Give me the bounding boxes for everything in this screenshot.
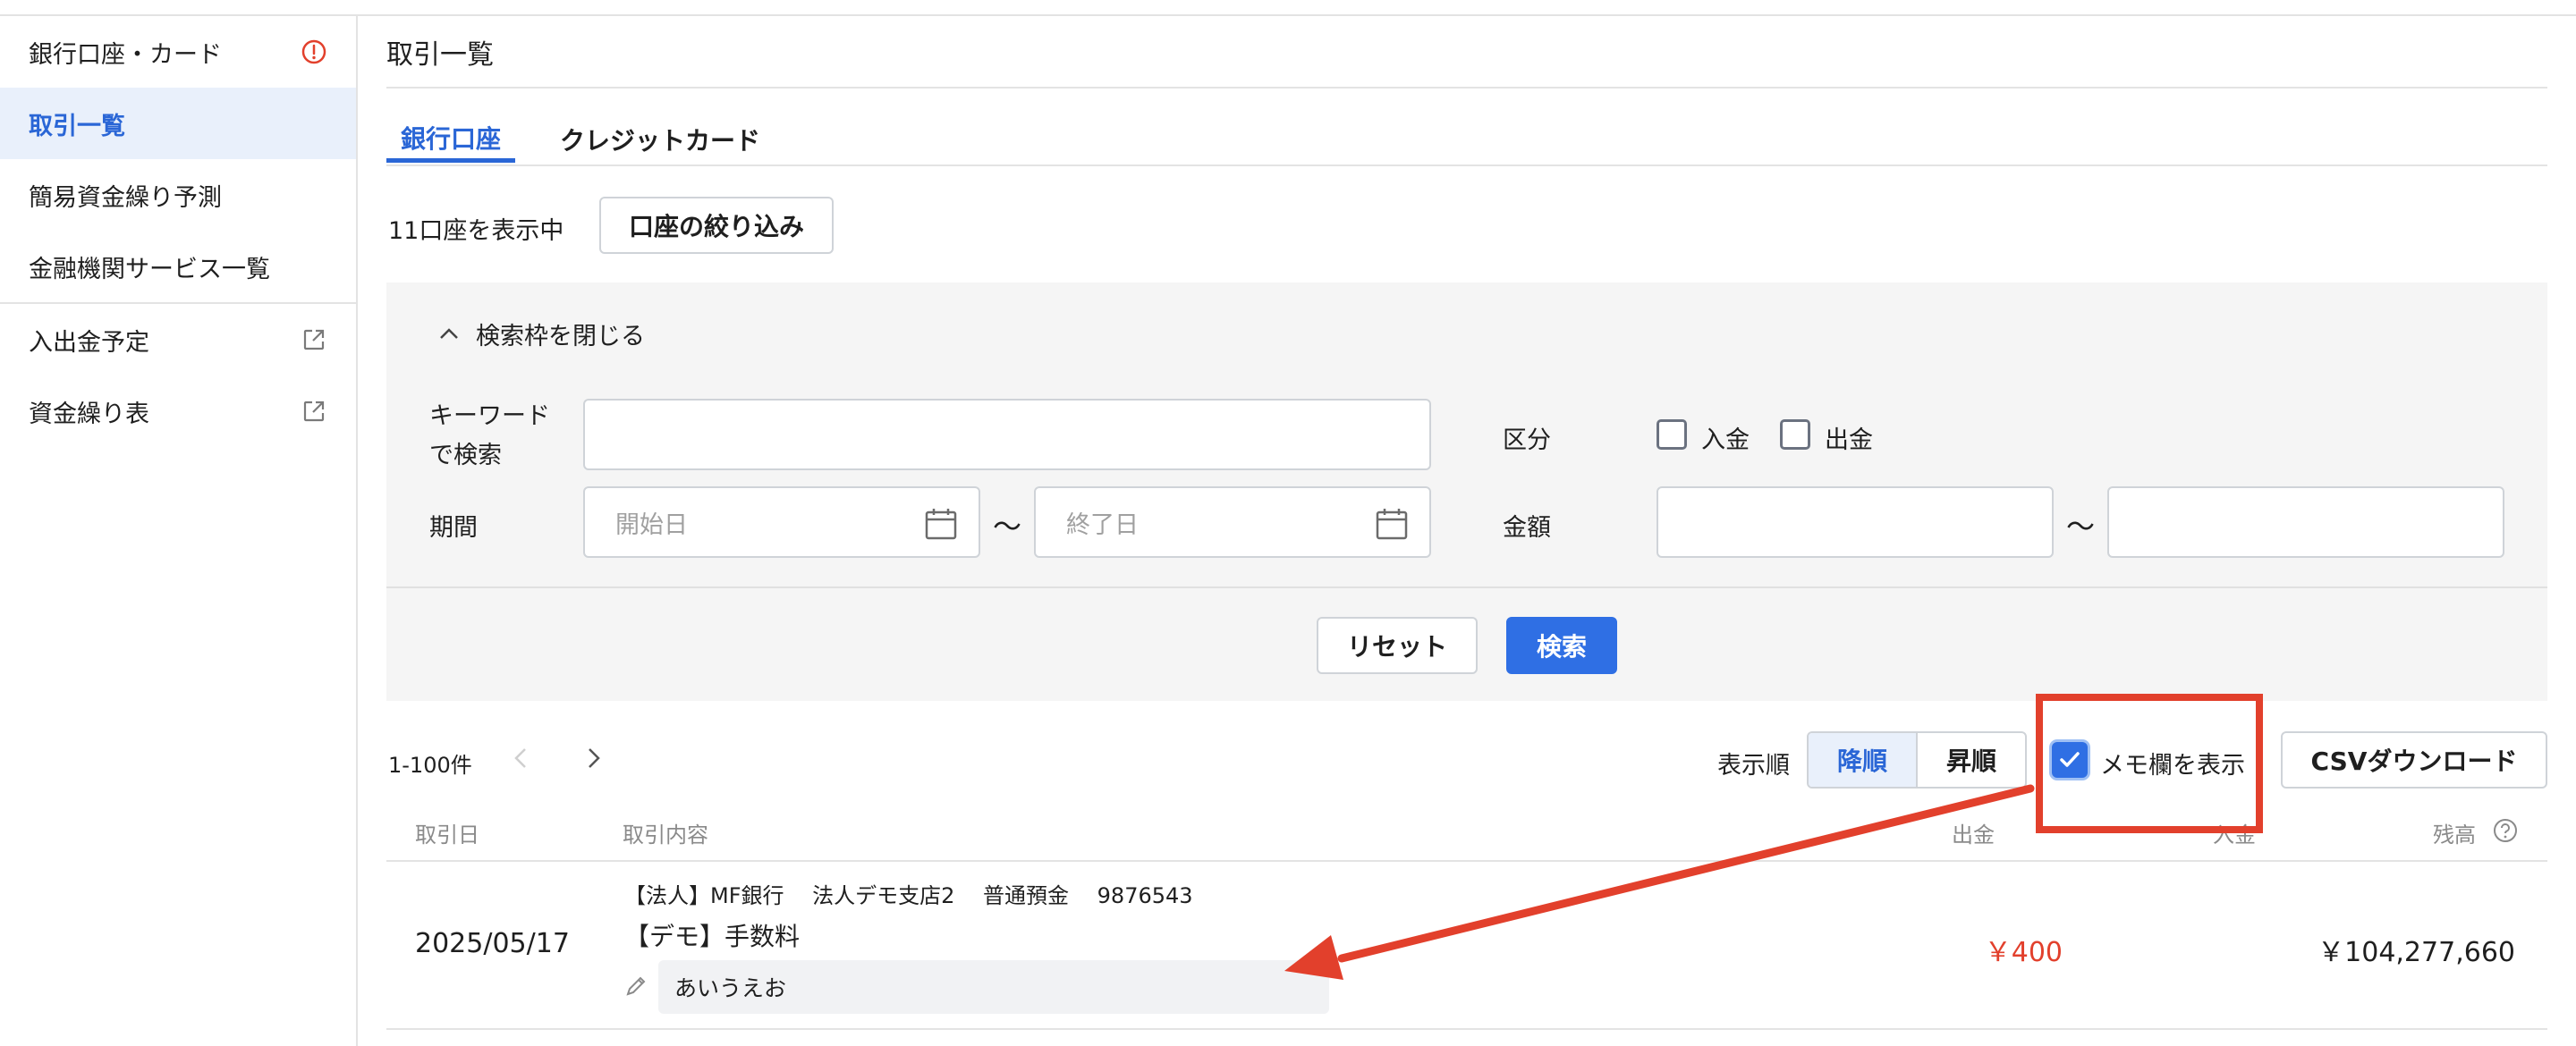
next-page-icon[interactable] [580, 744, 606, 772]
row-account: 【法人】MF銀行 法人デモ支店2 普通預金 9876543 [624, 883, 1193, 908]
external-link-icon [303, 329, 325, 350]
search-toggle[interactable]: 検索枠を閉じる [436, 316, 645, 351]
header-balance: 残高 [2433, 822, 2476, 848]
sidebar-item-cashflow-forecast[interactable]: 簡易資金繰り予測 [0, 159, 356, 231]
annotation-highlight-box [2036, 694, 2263, 833]
deposit-label: 入金 [1701, 426, 1750, 454]
period-label: 期間 [429, 514, 478, 542]
calendar-icon [1376, 509, 1408, 540]
account-filter-button[interactable]: 口座の絞り込み [599, 197, 834, 254]
page-title: 取引一覧 [386, 39, 494, 71]
chevron-up-icon [440, 327, 458, 339]
external-link-icon [303, 401, 325, 422]
sort-desc-button[interactable]: 降順 [1809, 733, 1918, 787]
sidebar: 銀行口座・カード 取引一覧 簡易資金繰り予測 金融機関サービス一覧 入出金予定 … [0, 16, 358, 1046]
sort-toggle: 降順 昇順 [1807, 731, 2027, 789]
header-content: 取引内容 [623, 822, 708, 848]
sidebar-item-cashflow-table[interactable]: 資金繰り表 [0, 375, 356, 447]
tabs-divider [386, 164, 2547, 166]
sidebar-item-label: 資金繰り表 [29, 400, 149, 428]
sidebar-item-label: 金融機関サービス一覧 [29, 255, 270, 283]
row-balance: ￥104,277,660 [2318, 937, 2515, 968]
sidebar-item-label: 簡易資金繰り予測 [29, 183, 222, 212]
pencil-icon[interactable] [623, 973, 649, 1000]
csv-download-button[interactable]: CSVダウンロード [2281, 731, 2547, 789]
amount-min-input[interactable] [1657, 486, 2054, 558]
search-panel-divider [386, 586, 2547, 588]
amount-label: 金額 [1503, 514, 1551, 542]
end-date-field[interactable]: 終了日 [1034, 486, 1431, 558]
start-date-placeholder: 開始日 [615, 510, 688, 539]
sidebar-item-institution-services[interactable]: 金融機関サービス一覧 [0, 231, 356, 302]
row-withdrawal: ￥400 [1984, 937, 2063, 968]
header-withdrawal: 出金 [1952, 822, 1995, 848]
calendar-icon [925, 509, 957, 540]
sidebar-item-transactions[interactable]: 取引一覧 [0, 88, 356, 159]
tab-credit-cards[interactable]: クレジットカード [555, 116, 766, 163]
sidebar-item-label: 取引一覧 [29, 112, 125, 140]
header-date: 取引日 [415, 822, 479, 848]
top-divider [0, 0, 2576, 16]
withdrawal-label: 出金 [1825, 426, 1873, 454]
help-icon[interactable] [2492, 817, 2519, 844]
search-button[interactable]: 検索 [1506, 617, 1617, 674]
keyword-label-line1: キーワード [429, 402, 550, 430]
sort-order-label: 表示順 [1717, 752, 1790, 780]
sort-asc-button[interactable]: 昇順 [1918, 733, 2025, 787]
keyword-label: キーワード で検索 [429, 397, 550, 476]
withdrawal-checkbox[interactable] [1780, 419, 1810, 450]
amount-range-separator: 〜 [2066, 510, 2096, 544]
prev-page-icon[interactable] [508, 744, 535, 772]
sidebar-item-label: 入出金予定 [29, 328, 149, 357]
memo-field[interactable]: あいうえお [658, 960, 1329, 1014]
row-divider [386, 1028, 2547, 1030]
start-date-field[interactable]: 開始日 [583, 486, 980, 558]
category-label: 区分 [1503, 426, 1551, 454]
alert-icon [301, 39, 326, 64]
sidebar-item-scheduled-payments[interactable]: 入出金予定 [0, 304, 356, 375]
date-range-separator: 〜 [993, 510, 1022, 544]
keyword-input[interactable] [583, 399, 1431, 470]
tab-bank-accounts[interactable]: 銀行口座 [386, 116, 515, 163]
title-divider [386, 87, 2547, 89]
deposit-checkbox[interactable] [1657, 419, 1687, 450]
search-toggle-label: 検索枠を閉じる [476, 323, 645, 350]
row-date: 2025/05/17 [415, 928, 570, 959]
sidebar-item-label: 銀行口座・カード [29, 40, 222, 69]
amount-max-input[interactable] [2107, 486, 2504, 558]
reset-button[interactable]: リセット [1317, 617, 1478, 674]
end-date-placeholder: 終了日 [1066, 510, 1139, 539]
account-count-text: 11口座を表示中 [388, 217, 564, 245]
sidebar-item-bank-accounts[interactable]: 銀行口座・カード [0, 16, 356, 88]
keyword-label-line2: で検索 [429, 442, 502, 469]
row-description: 【デモ】手数料 [624, 922, 801, 951]
result-range-text: 1-100件 [388, 753, 472, 778]
